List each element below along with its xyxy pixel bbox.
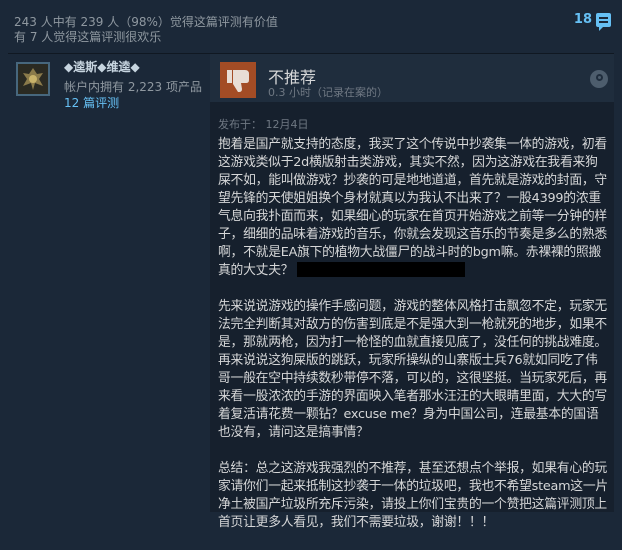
comment-icon[interactable] <box>596 12 611 31</box>
author-name[interactable]: ◆逵斯◆维逵◆ <box>64 58 140 75</box>
review-count[interactable]: 12 篇评测 <box>64 94 119 111</box>
products-owned[interactable]: 帐户内拥有 2,223 项产品 <box>64 78 202 95</box>
comments-link[interactable]: 18 <box>574 12 611 31</box>
thumbs-down-icon <box>220 62 256 98</box>
review-paragraph: 先来说说游戏的操作手感问题，游戏的整体风格打击飘忽不定，玩家无法完全判断其对敌方… <box>218 299 607 440</box>
posted-date: 发布于： 12月4日 <box>218 118 309 131</box>
review-panel: 不推荐 0.3 小时（记录在案的） 发布于： 12月4日 抱着是国产就支持的态度… <box>210 54 614 530</box>
review-paragraph: 总结：总之这游戏我强烈的不推荐，甚至还想点个举报，如果有心的玩家请你们一起来抵制… <box>218 461 608 530</box>
hours-played: 0.3 小时（记录在案的） <box>268 86 388 99</box>
funny-count: 有 7 人觉得这篇评测很欢乐 <box>14 30 162 44</box>
review-body: 抱着是国产就支持的态度，我买了这个传说中抄袭集一体的游戏，初看这游戏类似于2d横… <box>218 136 610 550</box>
author-panel: ◆逵斯◆维逵◆ 帐户内拥有 2,223 项产品 12 篇评测 <box>8 54 210 512</box>
helpful-header: 243 人中有 239 人（98%）觉得这篇评测有价值 有 7 人觉得这篇评测很… <box>0 0 622 54</box>
steam-icon <box>590 70 608 88</box>
spoiler-block[interactable] <box>297 262 466 277</box>
avatar[interactable] <box>16 62 50 96</box>
recommendation-header: 不推荐 0.3 小时（记录在案的） <box>210 54 614 102</box>
review-paragraph: 抱着是国产就支持的态度，我买了这个传说中抄袭集一体的游戏，初看这游戏类似于2d横… <box>218 137 607 278</box>
comment-count[interactable]: 18 <box>574 12 592 27</box>
